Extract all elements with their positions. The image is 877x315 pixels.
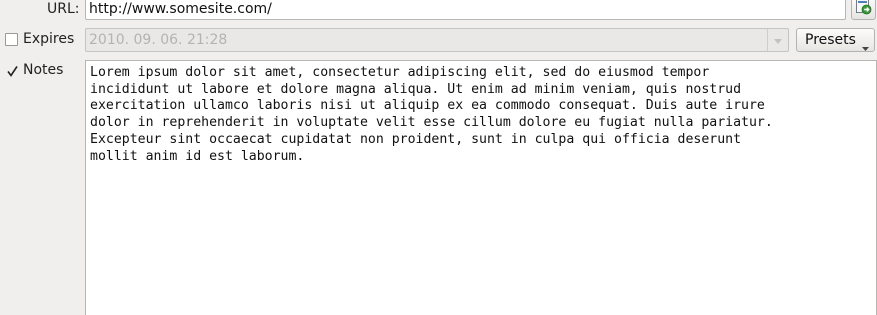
bookmark-properties-panel: URL: Expires 2010. 09. 06. 21:28 Presets bbox=[0, 0, 877, 315]
chevron-down-icon bbox=[774, 32, 782, 48]
expires-checkbox[interactable] bbox=[5, 33, 18, 46]
url-open-button[interactable] bbox=[851, 0, 876, 20]
refresh-page-icon bbox=[855, 0, 872, 19]
notes-label[interactable]: Notes bbox=[23, 62, 63, 78]
notes-textarea[interactable]: Lorem ipsum dolor sit amet, consectetur … bbox=[85, 60, 877, 315]
expires-date-field: 2010. 09. 06. 21:28 bbox=[85, 28, 789, 52]
chevron-down-icon bbox=[862, 39, 869, 55]
expires-label[interactable]: Expires bbox=[23, 31, 74, 47]
expires-date-value: 2010. 09. 06. 21:28 bbox=[89, 32, 228, 48]
presets-button-label: Presets bbox=[805, 32, 856, 48]
checkmark-icon bbox=[6, 65, 18, 78]
expires-dropdown-button bbox=[767, 29, 788, 51]
presets-button[interactable]: Presets bbox=[796, 28, 875, 52]
url-input[interactable] bbox=[85, 0, 846, 20]
notes-checkbox[interactable] bbox=[5, 64, 18, 77]
url-label: URL: bbox=[47, 1, 80, 17]
